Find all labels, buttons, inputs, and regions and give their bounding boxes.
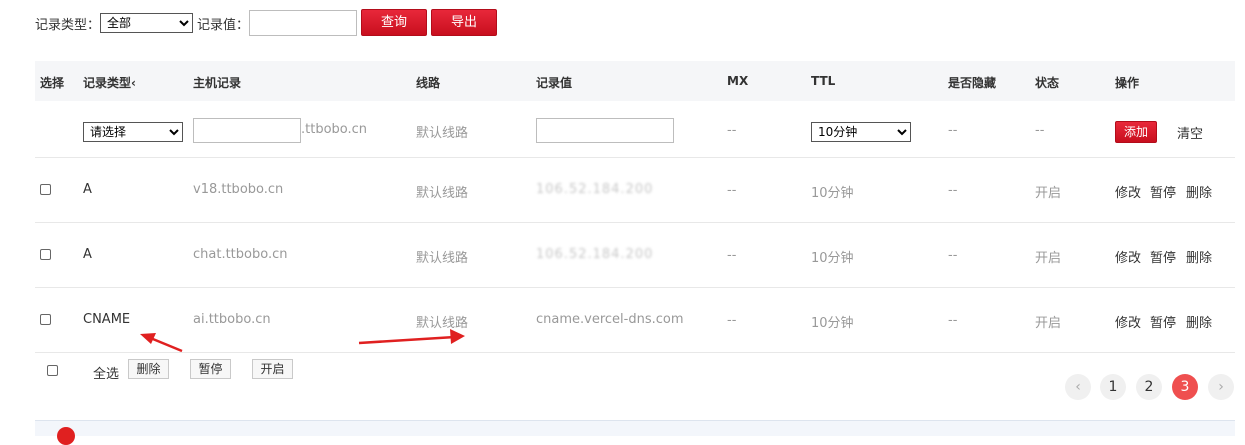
row-type: CNAME — [83, 312, 131, 327]
bulk-enable-button[interactable]: 开启 — [252, 359, 293, 379]
header-mx: MX — [727, 74, 749, 88]
warning-icon — [57, 427, 75, 445]
tip-panel — [35, 420, 1235, 436]
row-ttl: 10分钟 — [811, 316, 854, 331]
new-hidden: -- — [948, 123, 958, 138]
header-record-type[interactable]: 记录类型‹ — [83, 74, 136, 91]
delete-button[interactable]: 删除 — [1186, 247, 1212, 266]
row-ttl: 10分钟 — [811, 186, 854, 201]
header-ttl: TTL — [811, 74, 836, 88]
delete-button[interactable]: 删除 — [1186, 312, 1212, 331]
pause-button[interactable]: 暂停 — [1150, 312, 1176, 331]
new-record-type-select[interactable]: 请选择 — [83, 122, 183, 142]
row-divider — [35, 222, 1235, 223]
page-2-button[interactable]: 2 — [1136, 374, 1162, 400]
new-host-input[interactable] — [193, 118, 301, 143]
delete-button[interactable]: 删除 — [1186, 182, 1212, 201]
header-value: 记录值 — [536, 76, 573, 90]
record-value-input[interactable] — [249, 10, 357, 36]
row-value-redacted: 106.52.184.200 — [536, 182, 654, 197]
host-suffix: .ttbobo.cn — [301, 122, 368, 137]
row-hidden: -- — [948, 248, 958, 263]
annotation-arrows — [140, 329, 465, 353]
query-button[interactable]: 查询 — [361, 9, 427, 36]
record-type-label: 记录类型： — [35, 18, 101, 33]
row-status: 开启 — [1035, 251, 1062, 266]
row-divider — [35, 287, 1235, 288]
clear-button[interactable]: 清空 — [1177, 123, 1203, 142]
pause-button[interactable]: 暂停 — [1150, 247, 1176, 266]
row-mx: -- — [727, 248, 737, 263]
next-page-button[interactable]: › — [1208, 374, 1234, 400]
row-value-redacted: 106.52.184.200 — [536, 247, 654, 262]
row-mx: -- — [727, 313, 737, 328]
export-button[interactable]: 导出 — [431, 9, 497, 36]
page-3-button[interactable]: 3 — [1172, 374, 1198, 400]
new-ttl-select[interactable]: 10分钟 — [811, 122, 911, 142]
row-status: 开启 — [1035, 186, 1062, 201]
record-type-filter[interactable]: 全部 — [100, 13, 193, 33]
pause-button[interactable]: 暂停 — [1150, 182, 1176, 201]
row-host: v18.ttbobo.cn — [193, 182, 284, 197]
select-all-label[interactable]: 全选 — [93, 363, 119, 382]
page-1-button[interactable]: 1 — [1100, 374, 1126, 400]
row-ttl: 10分钟 — [811, 251, 854, 266]
row-checkbox[interactable] — [40, 314, 51, 325]
row-value: cname.vercel-dns.com — [536, 312, 684, 327]
row-type: A — [83, 247, 92, 262]
select-all-checkbox[interactable] — [47, 365, 58, 376]
edit-button[interactable]: 修改 — [1115, 182, 1141, 201]
edit-button[interactable]: 修改 — [1115, 247, 1141, 266]
row-type: A — [83, 182, 92, 197]
arrow-to-value-icon — [358, 329, 465, 345]
row-host: chat.ttbobo.cn — [193, 247, 288, 262]
row-status: 开启 — [1035, 316, 1062, 331]
row-hidden: -- — [948, 183, 958, 198]
prev-page-button[interactable]: ‹ — [1065, 374, 1091, 400]
bulk-delete-button[interactable]: 删除 — [128, 359, 169, 379]
new-mx: -- — [727, 123, 737, 138]
add-button[interactable]: 添加 — [1115, 121, 1157, 143]
bulk-pause-button[interactable]: 暂停 — [190, 359, 231, 379]
header-hidden: 是否隐藏 — [948, 76, 997, 90]
row-divider — [35, 157, 1235, 158]
row-mx: -- — [727, 183, 737, 198]
row-checkbox[interactable] — [40, 249, 51, 260]
header-actions: 操作 — [1115, 76, 1140, 90]
new-status: -- — [1035, 123, 1045, 138]
arrow-to-type-icon — [140, 333, 183, 353]
header-select: 选择 — [40, 76, 65, 90]
record-value-label: 记录值： — [197, 18, 250, 33]
row-checkbox[interactable] — [40, 184, 51, 195]
row-line: 默认线路 — [416, 251, 469, 266]
row-hidden: -- — [948, 313, 958, 328]
edit-button[interactable]: 修改 — [1115, 312, 1141, 331]
header-host: 主机记录 — [193, 76, 242, 90]
new-value-input[interactable] — [536, 118, 674, 143]
header-status: 状态 — [1035, 76, 1060, 90]
new-line: 默认线路 — [416, 126, 469, 141]
header-line: 线路 — [416, 76, 441, 90]
row-line: 默认线路 — [416, 186, 469, 201]
